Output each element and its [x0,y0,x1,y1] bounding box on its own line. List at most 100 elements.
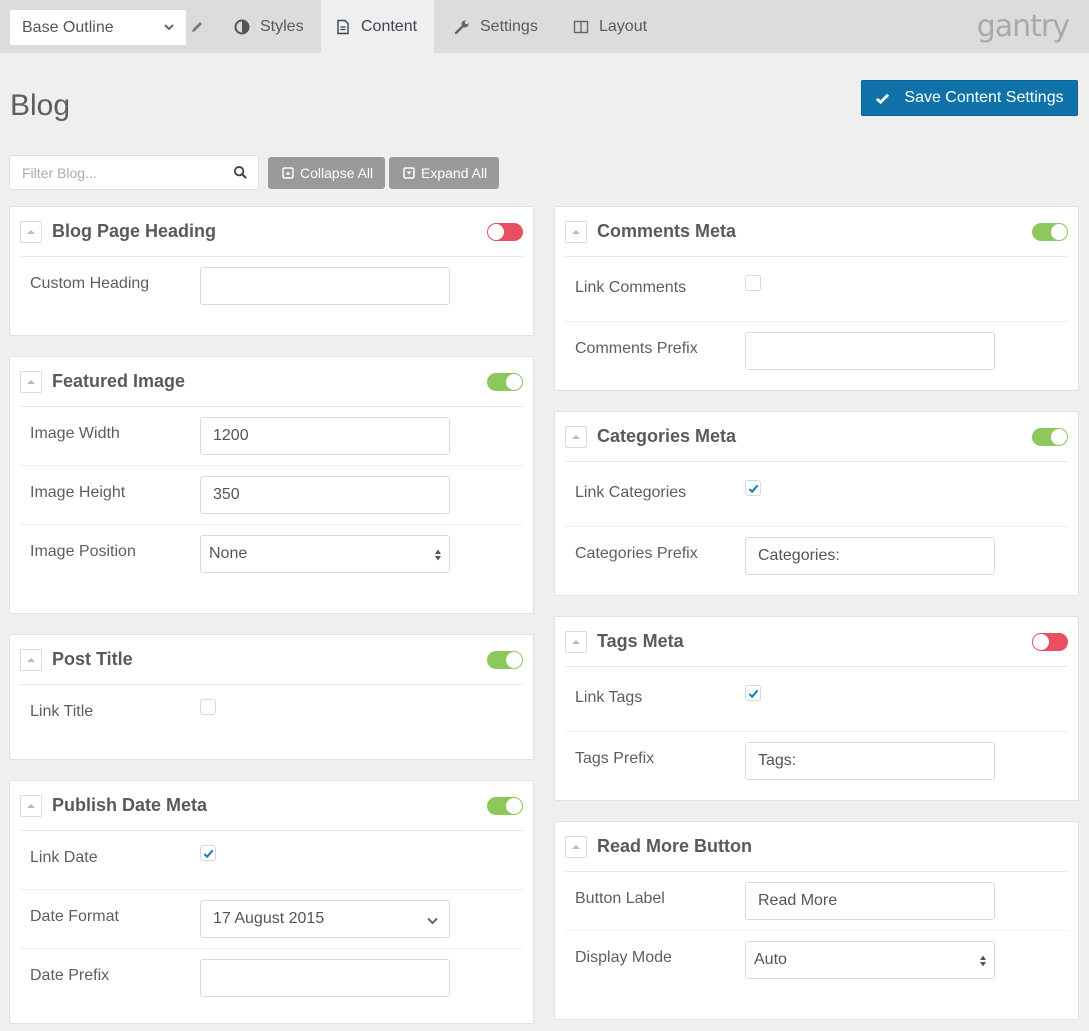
card-header: Read More Button [565,822,1068,872]
link-comments-checkbox[interactable] [745,275,761,291]
expand-all-button[interactable]: Expand All [389,157,500,189]
contrast-icon [234,19,250,34]
collapse-card-button[interactable] [20,220,42,243]
expand-all-label: Expand All [421,165,488,181]
tab-label: Settings [480,17,538,35]
tags-prefix-input[interactable] [745,742,995,780]
tab-label: Content [361,17,418,35]
button-label-input[interactable] [745,882,995,920]
image-position-select[interactable]: None [200,535,450,573]
display-mode-select[interactable]: Auto [745,941,995,979]
field-label: Categories Prefix [575,545,698,562]
collapse-card-button[interactable] [565,630,587,653]
enable-toggle[interactable] [1032,223,1068,241]
sort-arrows-icon [435,549,441,561]
card-title: Post Title [52,649,133,669]
collapse-card-button[interactable] [20,794,42,817]
categories-prefix-input[interactable] [745,537,995,575]
tab-settings[interactable]: Settings [440,0,552,53]
card-title: Comments Meta [597,221,737,241]
field-row: Display Mode Auto [565,931,1068,990]
card-publish-date-meta: Publish Date Meta Link Date Date Format … [9,780,534,1024]
field-label: Comments Prefix [575,340,698,357]
collapse-card-button[interactable] [20,370,42,393]
card-header: Tags Meta [565,617,1068,667]
enable-toggle[interactable] [487,797,523,815]
outline-select-value: Base Outline [22,18,114,36]
chevron-down-icon [164,24,174,31]
tab-content[interactable]: Content [321,0,434,53]
collapse-card-button[interactable] [565,220,587,243]
collapse-card-button[interactable] [20,648,42,671]
field-row: Image Width [20,407,523,466]
field-row: Link Date [20,831,523,890]
select-value: 17 August 2015 [213,910,325,927]
enable-toggle[interactable] [1032,633,1068,651]
enable-toggle[interactable] [1032,428,1068,446]
checkmark-icon [748,689,758,698]
field-row: Link Categories [565,462,1068,527]
link-categories-checkbox[interactable] [745,480,761,496]
image-width-input[interactable] [200,417,450,455]
select-value: Auto [754,951,787,968]
filter-input[interactable] [22,164,222,181]
card-tags-meta: Tags Meta Link Tags Tags Prefix [554,616,1079,801]
collapse-card-button[interactable] [565,835,587,858]
field-label: Date Prefix [30,967,110,984]
card-title: Featured Image [52,371,186,391]
link-date-checkbox[interactable] [200,845,216,861]
pencil-icon[interactable] [190,20,204,34]
field-label: Tags Prefix [575,750,655,767]
top-nav: Base Outline Styles Content Settings Lay… [0,0,1089,53]
card-featured-image: Featured Image Image Width Image Height … [9,356,534,614]
collapse-card-button[interactable] [565,425,587,448]
card-read-more-button: Read More Button Button Label Display Mo… [554,821,1079,1020]
gantry-logo: gantry [976,9,1070,44]
image-height-input[interactable] [200,476,450,514]
columns-icon [573,20,589,33]
field-label: Custom Heading [30,275,150,292]
field-row: Link Tags [565,667,1068,732]
date-prefix-input[interactable] [200,959,450,997]
caret-up-icon [27,229,35,234]
enable-toggle[interactable] [487,223,523,241]
tab-styles[interactable]: Styles [220,0,318,53]
card-post-title: Post Title Link Title [9,634,534,760]
checkmark-icon [203,849,213,858]
save-content-settings-button[interactable]: Save Content Settings [861,80,1078,116]
search-icon[interactable] [233,165,248,180]
field-row: Image Position None [20,525,523,584]
field-label: Link Date [30,849,98,866]
select-value: None [209,545,248,562]
link-title-checkbox[interactable] [200,699,216,715]
card-title: Read More Button [597,836,752,856]
checkmark-icon [748,484,758,493]
field-row: Link Comments [565,257,1068,322]
chevron-down-icon [427,917,438,925]
link-tags-checkbox[interactable] [745,685,761,701]
card-header: Post Title [20,635,523,685]
card-title: Tags Meta [597,631,684,651]
card-comments-meta: Comments Meta Link Comments Comments Pre… [554,206,1079,391]
wrench-icon [454,20,469,34]
field-label: Image Width [30,425,120,442]
collapse-all-button[interactable]: Collapse All [268,157,386,189]
field-row: Button Label [565,872,1068,931]
enable-toggle[interactable] [487,651,523,669]
filter-box [9,155,259,190]
field-label: Image Height [30,484,126,501]
field-label: Display Mode [575,949,672,966]
check-icon [876,93,890,104]
expand-icon [403,167,415,179]
comments-prefix-input[interactable] [745,332,995,370]
enable-toggle[interactable] [487,373,523,391]
tab-label: Layout [599,17,648,35]
collapse-icon [282,167,294,179]
tab-layout[interactable]: Layout [559,0,661,53]
date-format-dropdown[interactable]: 17 August 2015 [200,900,450,938]
collapse-all-label: Collapse All [300,165,374,181]
caret-up-icon [572,229,580,234]
outline-select[interactable]: Base Outline [10,10,186,45]
field-label: Image Position [30,543,136,560]
custom-heading-input[interactable] [200,267,450,305]
